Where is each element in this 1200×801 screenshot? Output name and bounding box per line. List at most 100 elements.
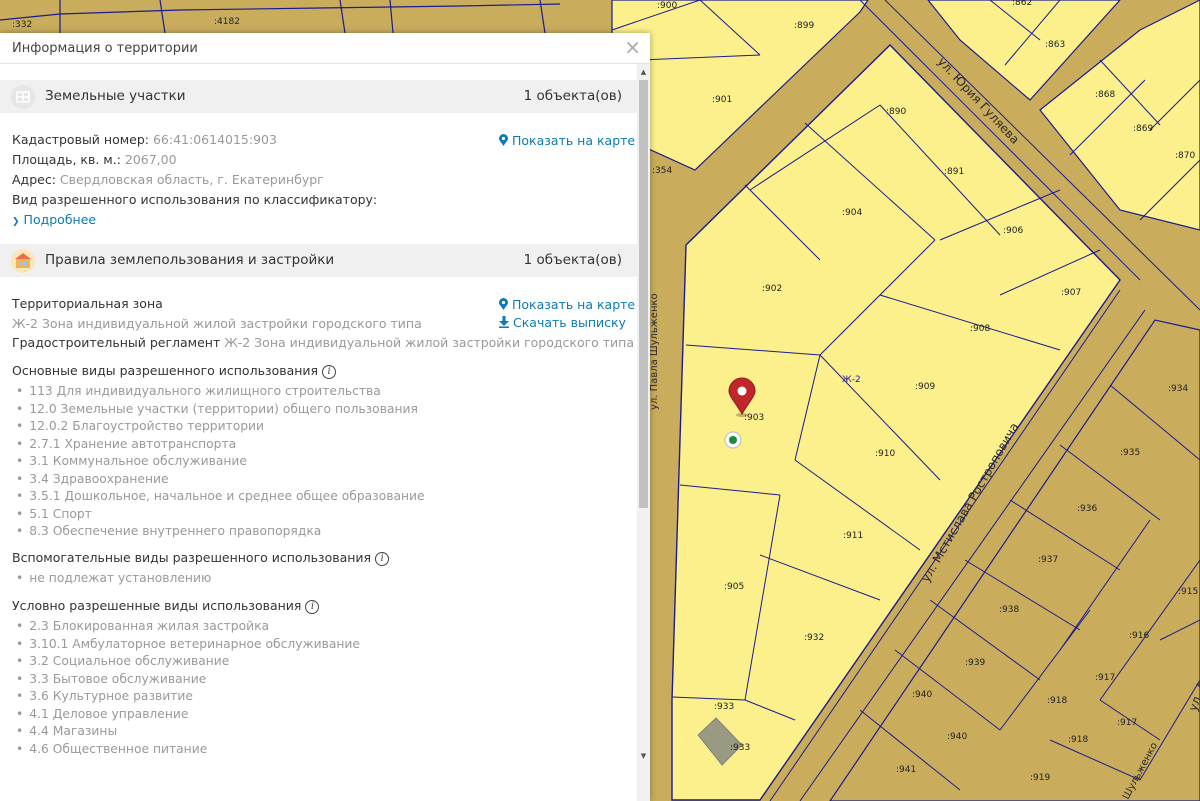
plot-label: :941 <box>896 765 916 775</box>
list-item: не подлежат установлению <box>16 570 211 588</box>
list-item: 3.6 Культурное развитие <box>16 688 360 706</box>
chevron-down-icon: ❯ <box>12 217 20 227</box>
list-item: 3.5.1 Дошкольное, начальное и среднее об… <box>16 488 424 506</box>
address-field: Адрес: Свердловская область, г. Екатерин… <box>12 172 324 187</box>
plot-label: :937 <box>1038 555 1058 565</box>
plot-label: :354 <box>652 166 672 176</box>
field-value: Ж-2 Зона индивидуальной жилой застройки … <box>224 335 635 350</box>
zone-code-label: Ж-2 <box>842 375 861 385</box>
plot-label: :918 <box>1047 696 1067 706</box>
details-link[interactable]: ❯ Подробнее <box>12 212 96 227</box>
panel-body[interactable]: Земельные участки 1 объекта(ов) Кадастро… <box>0 64 637 801</box>
plot-label: :906 <box>1003 226 1023 236</box>
info-icon[interactable]: i <box>375 552 390 566</box>
subhead-label: Условно разрешенные виды использования <box>12 598 302 613</box>
list-item: 5.1 Спорт <box>16 506 425 524</box>
plot-label: :909 <box>915 382 935 392</box>
download-icon <box>499 316 509 328</box>
details-label: Подробнее <box>23 212 97 227</box>
panel-scrollbar[interactable]: ▲ ▼ <box>637 64 650 801</box>
aux-uses-heading: Вспомогательные виды разрешенного исполь… <box>12 550 390 566</box>
close-button[interactable]: × <box>624 36 641 58</box>
plot-label: :940 <box>912 690 932 700</box>
plot-label: :863 <box>1045 40 1065 50</box>
scroll-up-arrow-icon[interactable]: ▲ <box>637 65 650 79</box>
conditional-uses-list: 2.3 Блокированная жилая застройка 3.10.1… <box>16 618 360 758</box>
section-count: 1 объекта(ов) <box>523 88 622 104</box>
field-value: 2067,00 <box>124 152 177 167</box>
link-label: Скачать выписку <box>513 315 626 330</box>
scroll-thumb[interactable] <box>639 80 648 508</box>
list-item: 113 Для индивидуального жилищного строит… <box>16 383 425 401</box>
plot-label: :919 <box>1030 773 1050 783</box>
plot-label: :332 <box>12 20 32 30</box>
plot-label: :933 <box>714 702 734 712</box>
plot-label: :902 <box>762 284 782 294</box>
section-zoning-rules[interactable]: Правила землепользования и застройки 1 о… <box>0 244 637 277</box>
plot-label: :938 <box>999 605 1019 615</box>
plot-label: :899 <box>794 21 814 31</box>
panel-header: Информация о территории × <box>0 33 650 64</box>
plot-label: :917 <box>1117 718 1137 728</box>
plot-label: :862 <box>1012 0 1032 8</box>
list-item: 12.0 Земельные участки (территории) обще… <box>16 401 425 419</box>
plot-label: :915 <box>1178 587 1198 597</box>
download-extract-link[interactable]: Скачать выписку <box>499 315 626 330</box>
field-label: Вид разрешенного использования по класси… <box>12 192 378 207</box>
show-on-map-link-zone[interactable]: Показать на карте <box>499 297 635 312</box>
subhead-label: Основные виды разрешенного использования <box>12 363 319 378</box>
list-item: 4.6 Общественное питание <box>16 741 360 759</box>
field-value: 66:41:0614015:903 <box>152 132 277 147</box>
section-title: Земельные участки <box>45 88 186 104</box>
regulation-field: Градостроительный регламент Ж-2 Зона инд… <box>12 335 634 350</box>
plot-label: :901 <box>712 95 732 105</box>
plot-label: :4182 <box>214 17 240 27</box>
field-label: Площадь, кв. м.: <box>12 152 121 167</box>
list-item: 3.3 Бытовое обслуживание <box>16 671 360 689</box>
zoning-icon <box>11 249 35 273</box>
plot-label: :904 <box>842 208 862 218</box>
list-item: 3.10.1 Амбулаторное ветеринарное обслужи… <box>16 636 360 654</box>
section-title: Правила землепользования и застройки <box>45 252 335 268</box>
field-label: Территориальная зона <box>12 296 163 311</box>
info-icon[interactable]: i <box>305 600 320 614</box>
plot-label: :934 <box>1168 384 1188 394</box>
plot-label: :940 <box>947 732 967 742</box>
list-item: 3.1 Коммунальное обслуживание <box>16 453 425 471</box>
info-icon[interactable]: i <box>322 365 337 379</box>
plot-label: :916 <box>1129 631 1149 641</box>
show-on-map-link-plot[interactable]: Показать на карте <box>499 133 635 148</box>
list-item: 4.1 Деловое управление <box>16 706 360 724</box>
territorial-zone-label: Территориальная зона <box>12 296 163 311</box>
list-item: 12.0.2 Благоустройство территории <box>16 418 425 436</box>
link-label: Показать на карте <box>512 133 636 148</box>
scroll-down-arrow-icon[interactable]: ▼ <box>637 749 650 763</box>
plot-label: :890 <box>886 107 906 117</box>
list-item: 2.7.1 Хранение автотранспорта <box>16 436 425 454</box>
plot-label: :900 <box>657 1 677 11</box>
field-value: Ж-2 Зона индивидуальной жилой застройки … <box>12 316 422 331</box>
plot-label: :907 <box>1061 288 1081 298</box>
subhead-label: Вспомогательные виды разрешенного исполь… <box>12 550 372 565</box>
plot-label: :908 <box>970 324 990 334</box>
area-field: Площадь, кв. м.: 2067,00 <box>12 152 177 167</box>
plot-label: :868 <box>1095 90 1115 100</box>
field-label: Кадастровый номер: <box>12 132 149 147</box>
list-item: 3.2 Социальное обслуживание <box>16 653 360 671</box>
plot-label: :911 <box>843 531 863 541</box>
section-land-plots[interactable]: Земельные участки 1 объекта(ов) <box>0 80 637 113</box>
plot-label: :932 <box>804 633 824 643</box>
list-item: 3.4 Здравоохранение <box>16 471 425 489</box>
list-item: 2.3 Блокированная жилая застройка <box>16 618 360 636</box>
field-label: Градостроительный регламент <box>12 335 221 350</box>
plot-label: :935 <box>1120 448 1140 458</box>
main-uses-list: 113 Для индивидуального жилищного строит… <box>16 383 425 541</box>
plot-label: :905 <box>724 582 744 592</box>
cadastral-number-field: Кадастровый номер: 66:41:0614015:903 <box>12 132 277 147</box>
aux-uses-list: не подлежат установлению <box>16 570 211 588</box>
list-item: 8.3 Обеспечение внутреннего правопорядка <box>16 523 425 541</box>
street-label-shulzhenko: ул. Павла Шульженко <box>649 293 660 410</box>
plot-label: :917 <box>1095 673 1115 683</box>
land-plot-icon <box>11 85 35 109</box>
plot-label: :936 <box>1077 504 1097 514</box>
